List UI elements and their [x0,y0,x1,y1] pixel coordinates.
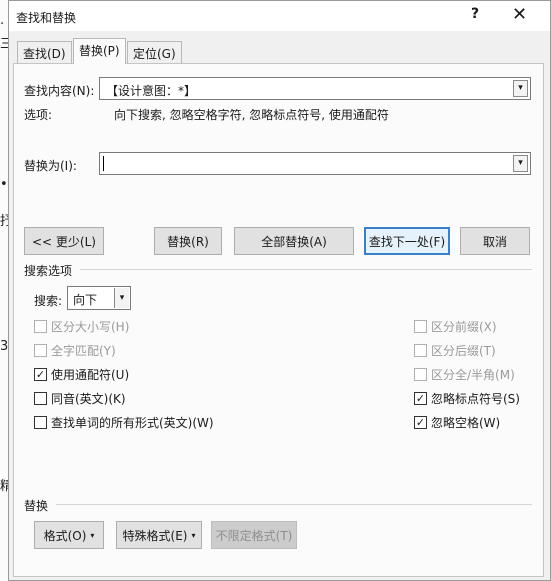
find-value: 【设计意图：*】 [106,84,197,98]
replace-input[interactable]: ▾ [99,152,531,175]
checkbox-box[interactable]: ✓ [414,392,427,405]
checkbox-match-prefix[interactable]: 区分前缀(X) [414,318,497,335]
check-icon: ✓ [35,368,46,381]
replace-all-button[interactable]: 全部替换(A) [234,227,354,255]
find-replace-dialog: 查找和替换 ? ✕ 查找(D) 替换(P) 定位(G) 查找内容(N): 【设计… [8,0,551,581]
replace-label: 替换为(I): [24,159,77,173]
chevron-down-icon[interactable]: ▾ [513,80,528,97]
cancel-button[interactable]: 取消 [460,227,530,255]
checkbox-box[interactable] [414,320,427,333]
search-direction-label: 搜索: [34,294,63,308]
checkbox-use-wildcards[interactable]: ✓ 使用通配符(U) [34,366,129,383]
dialog-title: 查找和替换 [16,11,77,25]
tab-replace[interactable]: 替换(P) [73,38,126,64]
checkbox-box[interactable] [414,344,427,357]
checkbox-box[interactable] [414,368,427,381]
dropdown-arrow-icon: ▾ [191,530,196,540]
less-button[interactable]: << 更少(L) [24,227,104,255]
options-summary: 向下搜索, 忽略空格字符, 忽略标点符号, 使用通配符 [114,108,389,122]
title-bar: 查找和替换 ? ✕ [9,1,550,31]
search-direction-value: 向下 [73,293,98,307]
find-label: 查找内容(N): [24,84,95,98]
find-input[interactable]: 【设计意图：*】 ▾ [99,77,531,100]
help-icon[interactable]: ? [471,6,479,22]
close-icon[interactable]: ✕ [512,4,527,25]
checkbox-match-suffix[interactable]: 区分后缀(T) [414,342,496,359]
text-caret [103,156,104,171]
search-options-divider [80,269,532,270]
tab-goto[interactable]: 定位(G) [127,41,182,63]
checkbox-box[interactable]: ✓ [34,368,47,381]
replace-panel: 查找内容(N): 【设计意图：*】 ▾ 选项: 向下搜索, 忽略空格字符, 忽略… [13,63,544,577]
replace-button[interactable]: 替换(R) [154,227,222,255]
checkbox-all-word-forms[interactable]: 查找单词的所有形式(英文)(W) [34,414,214,431]
checkbox-ignore-whitespace[interactable]: ✓ 忽略空格(W) [414,414,500,431]
search-direction-select[interactable]: 向下 ▾ [67,286,131,310]
check-icon: ✓ [415,416,426,429]
checkbox-box[interactable] [34,392,47,405]
search-options-heading: 搜索选项 [24,264,73,278]
find-next-button[interactable]: 查找下一处(F) [364,227,450,255]
checkbox-box[interactable] [34,320,47,333]
replace-section-divider [56,504,532,505]
dropdown-arrow-icon: ▾ [90,530,95,540]
checkbox-match-case[interactable]: 区分大小写(H) [34,318,129,335]
checkbox-whole-word[interactable]: 全字匹配(Y) [34,342,116,359]
tab-find[interactable]: 查找(D) [17,41,72,63]
format-button[interactable]: 格式(O) ▾ [34,521,104,549]
checkbox-box[interactable]: ✓ [414,416,427,429]
special-format-button[interactable]: 特殊格式(E) ▾ [116,521,202,549]
replace-section-heading: 替换 [24,499,49,513]
no-formatting-button[interactable]: 不限定格式(T) [211,521,297,549]
chevron-down-icon[interactable]: ▾ [513,155,528,172]
chevron-down-icon[interactable]: ▾ [114,288,129,308]
checkbox-ignore-punctuation[interactable]: ✓ 忽略标点符号(S) [414,390,520,407]
checkbox-sounds-like[interactable]: 同音(英文)(K) [34,390,126,407]
check-icon: ✓ [415,392,426,405]
checkbox-box[interactable] [34,416,47,429]
checkbox-box[interactable] [34,344,47,357]
checkbox-match-width[interactable]: 区分全/半角(M) [414,366,515,383]
options-label: 选项: [24,108,53,122]
